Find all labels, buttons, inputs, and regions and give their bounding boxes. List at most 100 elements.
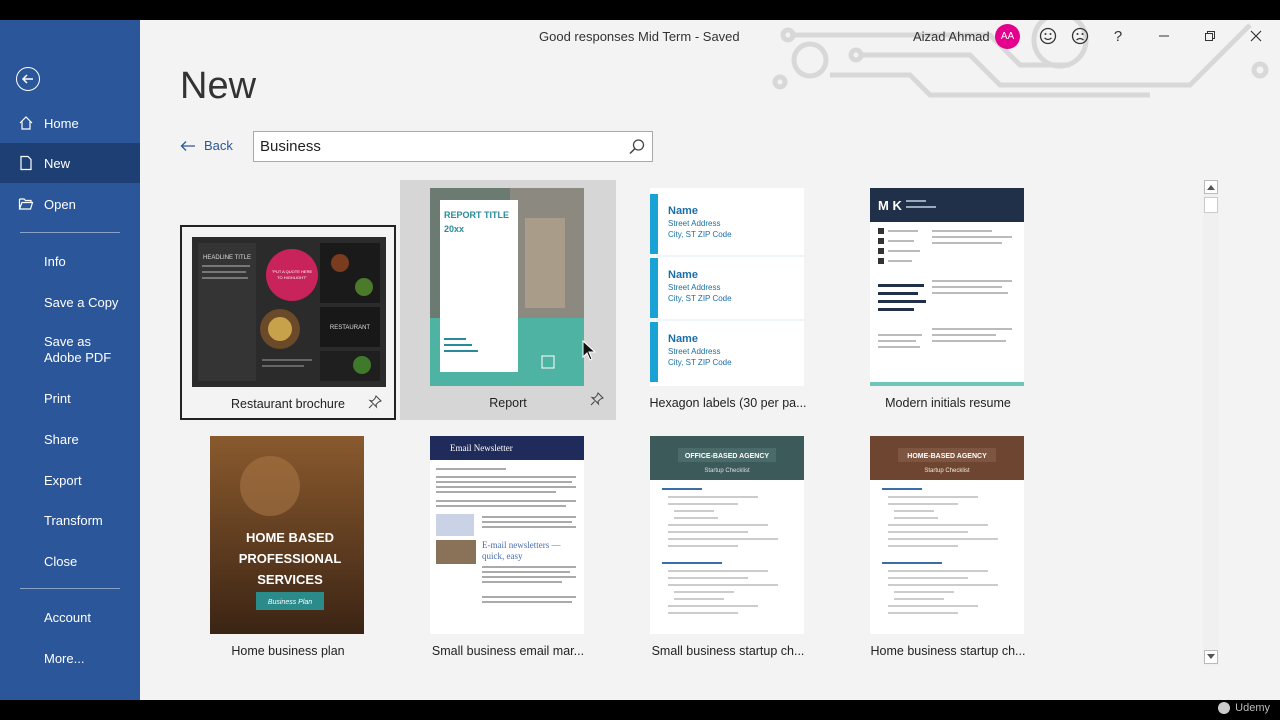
sidebar-item-label: Close [44, 553, 78, 569]
thumb-text: Street Address [668, 347, 720, 356]
template-label: Home business plan [231, 644, 345, 658]
close-window-icon[interactable] [1244, 24, 1268, 48]
sidebar-item-label: Print [44, 390, 71, 406]
scrollbar-thumb[interactable] [1204, 197, 1218, 213]
sidebar-item-label: Save as Adobe PDF [44, 334, 112, 365]
sidebar-item-label: Home [44, 115, 79, 131]
search-input[interactable] [254, 138, 614, 155]
user-name[interactable]: Aizad Ahmad [913, 29, 990, 44]
sidebar-item-print[interactable]: Print [0, 378, 140, 418]
thumb-text: RESTAURANT [330, 325, 371, 331]
template-thumbnail: Name Street Address City, ST ZIP Code Na… [650, 188, 804, 386]
template-hexagon-labels[interactable]: Name Street Address City, ST ZIP Code Na… [620, 180, 836, 420]
back-arrow-icon[interactable] [16, 67, 40, 91]
template-home-business-plan[interactable]: HOME BASED PROFESSIONAL SERVICES Busines… [180, 428, 396, 668]
folder-open-icon [18, 198, 34, 210]
template-thumbnail: OFFICE-BASED AGENCY Startup Checklist [650, 436, 804, 634]
screen-bottom-border: Udemy [0, 700, 1280, 720]
template-search-box [253, 131, 653, 162]
back-button[interactable]: Back [180, 138, 233, 153]
template-thumbnail: M K [870, 188, 1024, 386]
vertical-scrollbar[interactable] [1203, 180, 1219, 666]
avatar[interactable]: AA [995, 24, 1020, 49]
help-icon[interactable]: ? [1106, 24, 1130, 48]
thumb-text: OFFICE-BASED AGENCY [685, 453, 769, 460]
thumb-text: PROFESSIONAL [239, 551, 342, 566]
new-doc-icon [20, 155, 32, 171]
template-label: Modern initials resume [885, 396, 1011, 410]
home-icon [19, 116, 33, 130]
template-label: Small business startup ch... [651, 644, 805, 658]
template-label: Hexagon labels (30 per pa... [649, 396, 807, 410]
search-icon[interactable] [628, 138, 646, 156]
template-report[interactable]: REPORT TITLE 20xx Report [400, 180, 616, 420]
sidebar-item-export[interactable]: Export [0, 460, 140, 500]
minimize-icon[interactable] [1152, 24, 1176, 48]
thumb-text: E-mail newsletters — [482, 540, 561, 550]
restore-icon[interactable] [1198, 24, 1222, 48]
sidebar-item-label: New [44, 155, 71, 171]
sidebar-item-more[interactable]: More... [0, 638, 140, 678]
template-small-business-startup-checklist[interactable]: OFFICE-BASED AGENCY Startup Checklist Sm… [620, 428, 836, 668]
backstage-sidebar: Home New Open Info Save a Copy Save as A… [0, 20, 140, 700]
svg-text:"PUT A QUOTE HERE: "PUT A QUOTE HERE [272, 269, 313, 274]
mouse-cursor-icon [582, 340, 596, 361]
sidebar-divider [20, 232, 120, 233]
udemy-logo-icon [1218, 702, 1231, 714]
thumb-text: quick, easy [482, 551, 523, 561]
sidebar-item-home[interactable]: Home [0, 103, 140, 143]
scroll-up-icon[interactable] [1204, 180, 1218, 194]
thumb-text: Name [668, 269, 698, 281]
back-label: Back [204, 138, 233, 153]
frown-feedback-icon[interactable] [1068, 24, 1092, 48]
template-label: Restaurant brochure [231, 397, 345, 411]
template-thumbnail: HOME BASED PROFESSIONAL SERVICES Busines… [210, 436, 364, 634]
watermark-text: Udemy [1235, 702, 1270, 714]
thumb-text: HOME BASED [246, 530, 334, 545]
template-thumbnail: HOME-BASED AGENCY Startup Checklist [870, 436, 1024, 634]
sidebar-item-info[interactable]: Info [0, 241, 140, 281]
page-title: New [180, 65, 257, 107]
thumb-text: 20xx [444, 224, 464, 234]
screen-top-border [0, 0, 1280, 20]
thumb-text: Startup Checklist [704, 468, 750, 474]
pin-icon[interactable] [590, 392, 604, 406]
sidebar-item-close[interactable]: Close [0, 541, 140, 581]
thumb-text: Street Address [668, 219, 720, 228]
template-label: Home business startup ch... [870, 644, 1026, 658]
scroll-down-icon[interactable] [1204, 650, 1218, 664]
sidebar-item-open[interactable]: Open [0, 184, 140, 224]
template-home-business-startup-checklist[interactable]: HOME-BASED AGENCY Startup Checklist Home… [840, 428, 1056, 668]
sidebar-item-new[interactable]: New [0, 143, 140, 183]
thumb-text: SERVICES [257, 572, 323, 587]
sidebar-divider [20, 588, 120, 589]
sidebar-item-save-as-adobe-pdf[interactable]: Save as Adobe PDF [0, 326, 140, 374]
template-label: Small business email mar... [431, 644, 585, 658]
sidebar-item-account[interactable]: Account [0, 597, 140, 637]
thumb-text: City, ST ZIP Code [668, 230, 732, 239]
template-thumbnail: Email Newsletter E-mail newsletters — qu… [430, 436, 584, 634]
template-restaurant-brochure[interactable]: HEADLINE TITLE "PUT A QUOTE HERE TO HIGH… [180, 225, 396, 420]
template-small-business-email-marketing[interactable]: Email Newsletter E-mail newsletters — qu… [400, 428, 616, 668]
thumb-text: Business Plan [268, 599, 312, 606]
sidebar-item-label: Transform [44, 512, 103, 528]
template-label: Report [489, 396, 527, 410]
back-arrow-icon [180, 140, 195, 151]
thumb-text: Name [668, 205, 698, 217]
document-title: Good responses Mid Term - Saved [539, 29, 740, 44]
thumb-text: REPORT TITLE [444, 210, 509, 220]
template-modern-initials-resume[interactable]: M K Modern initials resume [840, 180, 1056, 420]
thumb-text: Startup Checklist [924, 468, 970, 474]
sidebar-item-transform[interactable]: Transform [0, 500, 140, 540]
sidebar-item-label: Share [44, 431, 79, 447]
sidebar-item-share[interactable]: Share [0, 419, 140, 459]
sidebar-item-save-a-copy[interactable]: Save a Copy [0, 282, 140, 322]
sidebar-item-label: Open [44, 196, 76, 212]
sidebar-item-label: More... [44, 650, 85, 666]
smile-feedback-icon[interactable] [1036, 24, 1060, 48]
thumb-text: City, ST ZIP Code [668, 294, 732, 303]
sidebar-item-label: Info [44, 253, 66, 269]
svg-text:TO HIGHLIGHT": TO HIGHLIGHT" [277, 275, 307, 280]
pin-icon[interactable] [368, 395, 382, 409]
word-backstage: Good responses Mid Term - Saved Aizad Ah… [0, 20, 1280, 700]
